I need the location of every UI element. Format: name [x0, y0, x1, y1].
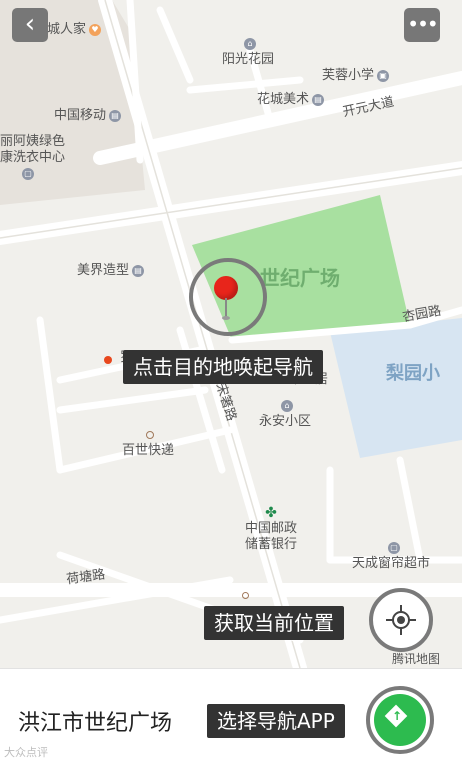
post-icon: ✤ — [265, 505, 277, 521]
poi-baishi-kuaidi[interactable]: 百世快递 — [122, 431, 174, 459]
crosshair-core — [397, 616, 405, 624]
poi-yong-an-xiaoqu[interactable]: ⌂ 永安小区 — [259, 400, 311, 430]
poi-yangguang-huayuan[interactable]: ⌂ 阳光花园 — [222, 38, 274, 68]
dot-icon — [242, 592, 249, 599]
shop-icon: ▢ — [388, 542, 400, 554]
destination-name: 洪江市世纪广场 — [18, 711, 173, 736]
locate-button[interactable] — [369, 588, 433, 652]
shop-icon: ▢ — [22, 167, 34, 180]
restaurant-icon: ♥ — [89, 23, 102, 36]
poi-label-line1: 丽阿姨绿色 — [0, 134, 66, 149]
back-button[interactable]: ‹ — [12, 8, 48, 42]
poi-label-line1: 中国邮政 — [245, 521, 298, 536]
poi-zhongguo-yidong[interactable]: 中国移动 ▤ — [54, 108, 122, 124]
poi-ali-ayi[interactable]: 丽阿姨绿色 康洗衣中心 ▢ — [0, 134, 65, 182]
poi-label: 花城美术 — [257, 92, 310, 107]
tip-pointer-dot — [104, 356, 112, 364]
poi-huacheng-meishu[interactable]: 花城美术 ▤ — [257, 92, 325, 108]
poi-tiancheng[interactable]: ▢ 天成窗帘超市 — [352, 542, 430, 572]
building-icon: ▤ — [109, 109, 122, 122]
poi-label: 芙蓉小学 — [322, 68, 375, 83]
app-screen: 黔城人家 ♥ ⌂ 阳光花园 芙蓉小学 ▣ 花城美术 ▤ 开元大道 中国移动 ▤ 丽阿姨绿… — [0, 0, 462, 763]
poi-label: 中国移动 — [54, 108, 107, 123]
dot-icon — [146, 431, 154, 439]
map-view[interactable]: 黔城人家 ♥ ⌂ 阳光花园 芙蓉小学 ▣ 花城美术 ▤ 开元大道 中国移动 ▤ 丽阿姨绿… — [0, 0, 462, 668]
destination-tip: 点击目的地唤起导航 — [123, 350, 323, 384]
poi-post-bank[interactable]: ✤ 中国邮政 储蓄银行 — [245, 505, 297, 553]
watermark: 大众点评 — [4, 746, 48, 759]
poi-label: 百世快递 — [122, 443, 175, 458]
park-label[interactable]: 世纪广场 — [260, 262, 340, 291]
map-pin-icon[interactable] — [214, 276, 240, 322]
poi-label-line2: 储蓄银行 — [245, 537, 298, 552]
arrow-up-icon: ↑ — [391, 709, 403, 723]
tencent-map-logo: 腾讯地图 — [392, 652, 441, 666]
poi-label: 天成窗帘超市 — [352, 556, 431, 571]
district-liyuan[interactable]: 梨园小 — [386, 359, 440, 385]
building-icon: ▤ — [132, 264, 145, 277]
poi-label: 永安小区 — [259, 414, 312, 429]
poi-label: 阳光花园 — [222, 52, 275, 67]
home-icon: ⌂ — [281, 400, 293, 412]
building-icon: ▤ — [312, 93, 325, 106]
school-icon: ▣ — [377, 69, 390, 82]
more-dots-icon: ••• — [407, 12, 438, 36]
nav-app-tip: 选择导航APP — [207, 704, 345, 738]
poi-meijie-zaoxing[interactable]: 美界造型 ▤ — [77, 263, 145, 279]
poi-label: 美界造型 — [77, 263, 130, 278]
poi-label-line2: 康洗衣中心 — [0, 150, 66, 165]
poi-furong-xiaoxue[interactable]: 芙蓉小学 ▣ — [322, 68, 390, 84]
locate-tip: 获取当前位置 — [204, 606, 344, 640]
navigate-button[interactable]: ↑ — [366, 686, 434, 754]
home-icon: ⌂ — [244, 38, 256, 50]
chevron-left-icon: ‹ — [24, 9, 36, 39]
more-button[interactable]: ••• — [404, 8, 440, 42]
